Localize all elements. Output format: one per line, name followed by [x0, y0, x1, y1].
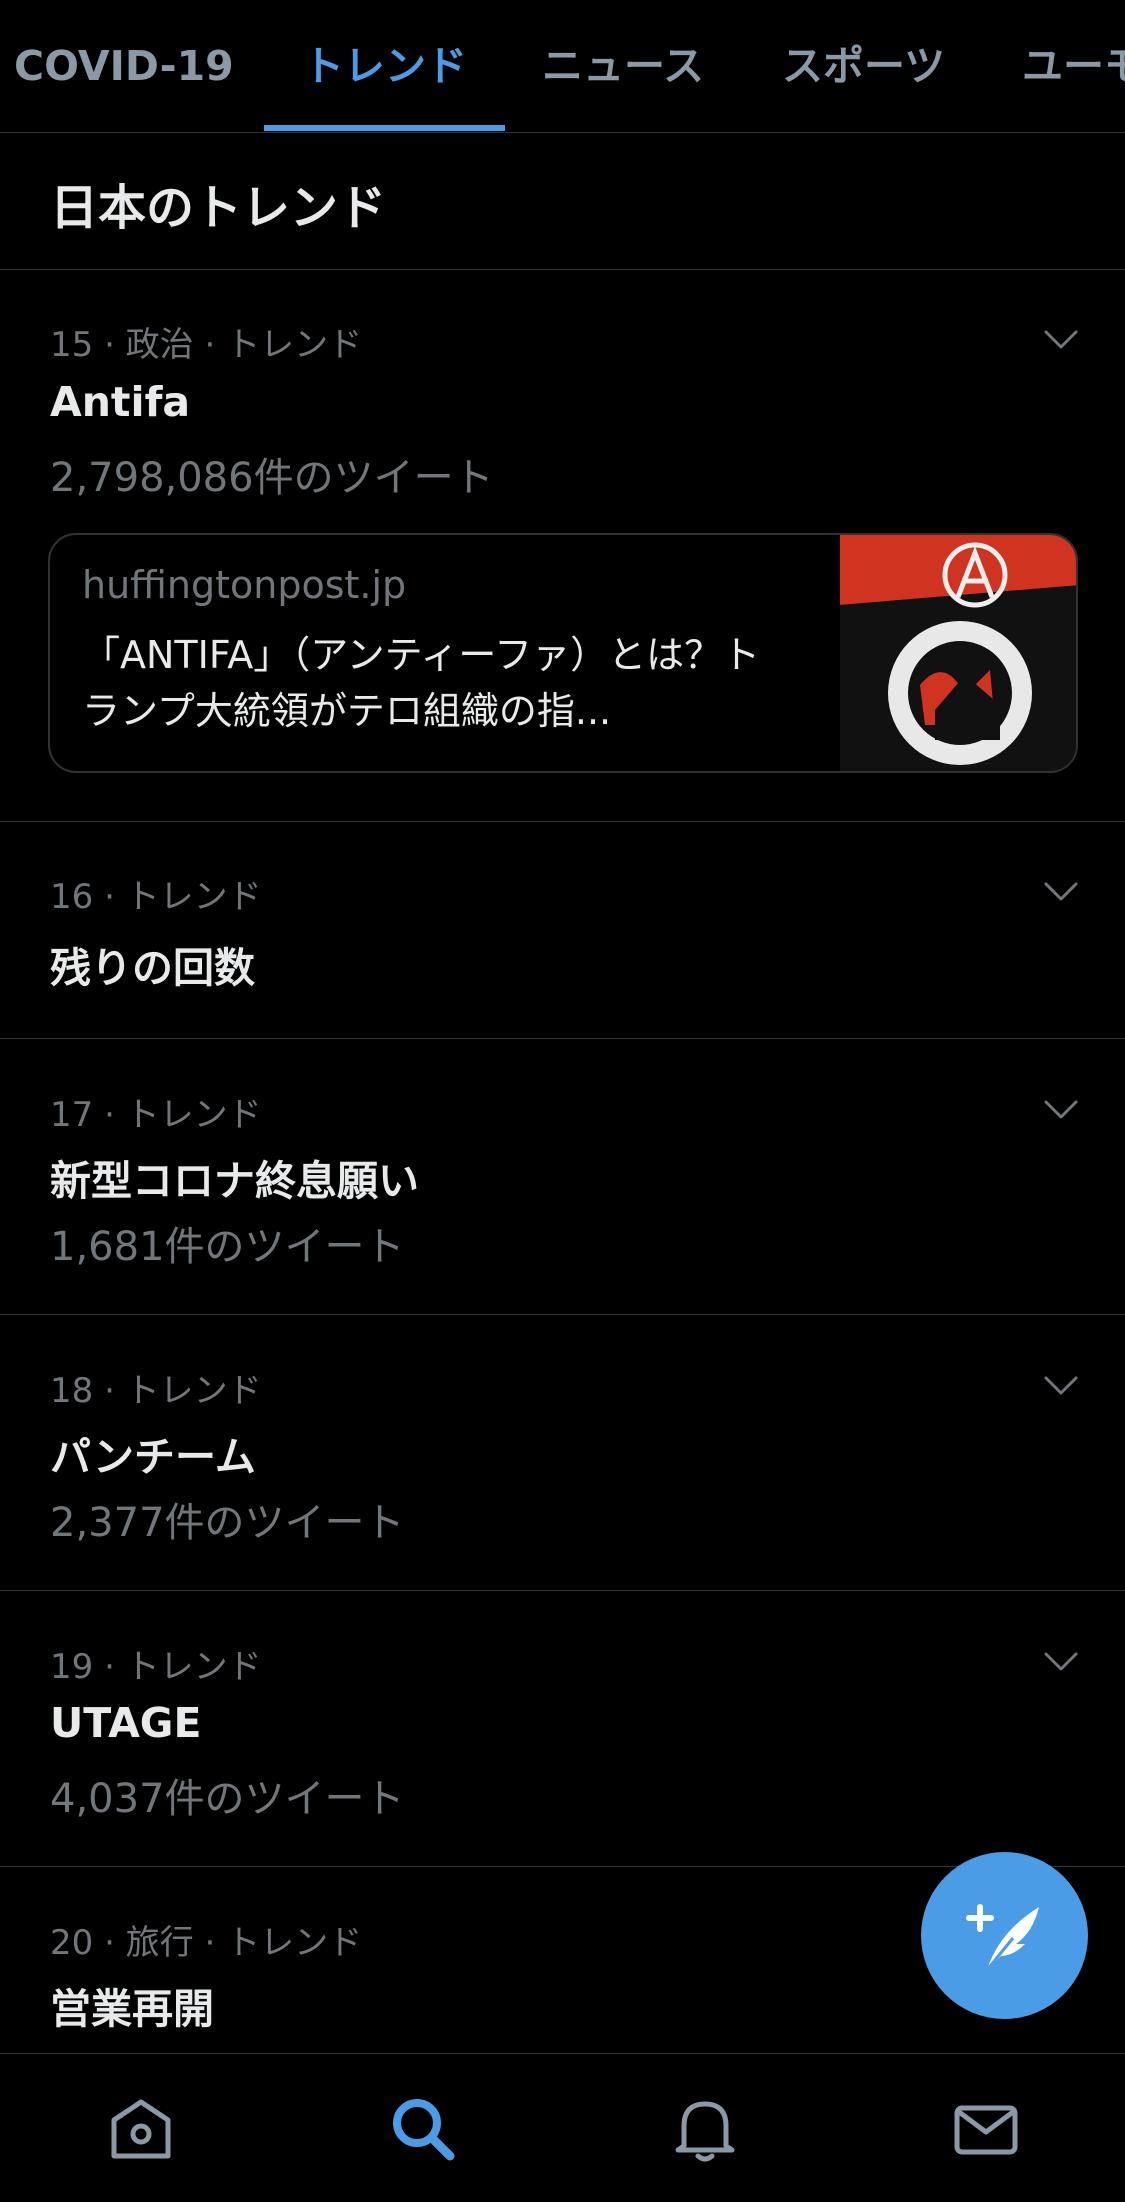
trend-name: 残りの回数: [50, 944, 255, 992]
mail-icon[interactable]: [951, 2094, 1021, 2164]
card-title: 「ANTIFA」（アンティーファ）とは？トランプ大統領がテロ組織の指...: [82, 633, 761, 733]
news-card[interactable]: huffingtonpost.jp 「ANTIFA」（アンティーファ）とは？トラ…: [48, 533, 1078, 773]
bell-icon[interactable]: [670, 2094, 740, 2164]
tab-covid19[interactable]: COVID-19: [14, 0, 234, 132]
trend-name: 新型コロナ終息願い: [50, 1157, 419, 1205]
section-title: 日本のトレンド: [50, 180, 387, 236]
chevron-down-icon[interactable]: [1043, 329, 1079, 351]
trend-count: 1,681件のツイート: [50, 1224, 405, 1270]
home-icon[interactable]: [106, 2094, 176, 2164]
trend-meta: 18 · トレンド: [50, 1371, 262, 1411]
divider: [0, 1038, 1125, 1039]
tab-humor[interactable]: ユーモ: [1022, 0, 1125, 132]
compose-tweet-icon: [966, 1904, 1039, 1971]
divider: [0, 1590, 1125, 1591]
active-tab-indicator: [264, 125, 505, 131]
compose-tweet-button[interactable]: [921, 1852, 1088, 2019]
chevron-down-icon[interactable]: [1043, 1099, 1079, 1121]
trend-name: 営業再開: [50, 1985, 214, 2033]
chevron-down-icon[interactable]: [1043, 1375, 1079, 1397]
trend-name: Antifa: [50, 378, 191, 426]
trend-count: 2,798,086件のツイート: [50, 455, 494, 501]
trend-meta: 17 · トレンド: [50, 1095, 262, 1135]
trend-count: 2,377件のツイート: [50, 1500, 405, 1546]
tab-sports[interactable]: スポーツ: [782, 0, 945, 132]
trend-meta: 16 · トレンド: [50, 877, 262, 917]
card-domain: huffingtonpost.jp: [82, 563, 407, 607]
explore-tabs: COVID-19 トレンド ニュース スポーツ ユーモ: [0, 0, 1125, 133]
tab-trends[interactable]: トレンド: [303, 0, 467, 132]
card-thumbnail: [840, 535, 1076, 771]
trend-meta: 19 · トレンド: [50, 1647, 262, 1687]
divider: [0, 269, 1125, 270]
chevron-down-icon[interactable]: [1043, 1651, 1079, 1673]
chevron-down-icon[interactable]: [1043, 881, 1079, 903]
tab-news[interactable]: ニュース: [542, 0, 704, 132]
trend-meta: 15 · 政治 · トレンド: [50, 325, 363, 365]
divider: [0, 821, 1125, 822]
trend-name: パンチーム: [50, 1433, 256, 1481]
bottom-navigation: [0, 2053, 1125, 2202]
trend-meta: 20 · 旅行 · トレンド: [50, 1923, 363, 1963]
trend-name: UTAGE: [50, 1699, 202, 1747]
trend-count: 4,037件のツイート: [50, 1776, 405, 1822]
divider: [0, 1314, 1125, 1315]
search-icon[interactable]: [388, 2094, 458, 2164]
